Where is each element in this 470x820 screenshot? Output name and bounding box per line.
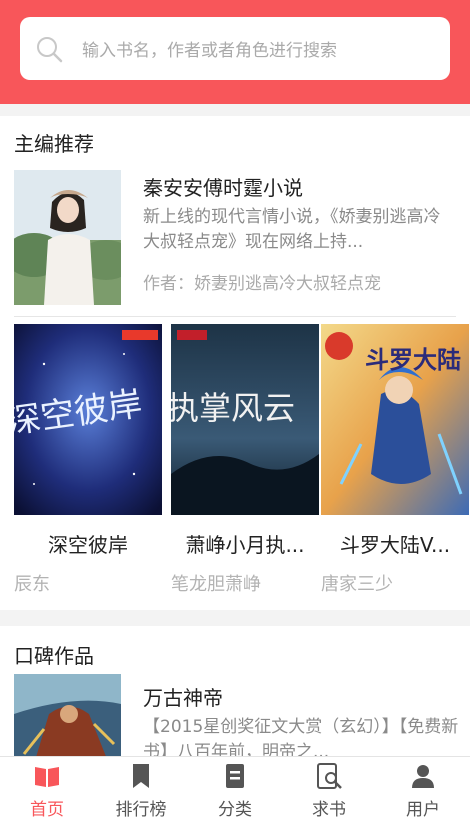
search-icon <box>37 36 63 62</box>
book-author: 辰东 <box>14 574 50 595</box>
cover-title-text: 执掌风云 <box>171 389 295 427</box>
user-icon <box>412 765 434 788</box>
featured-author: 作者：娇妻别逃高冷大叔轻点宠 <box>143 274 381 294</box>
tab-request-book[interactable]: 求书 <box>282 757 376 820</box>
tab-category[interactable]: 分类 <box>188 757 282 820</box>
book-card[interactable]: 执掌风云 萧峥小月执... 笔龙胆萧峥 <box>171 324 319 596</box>
tab-ranking[interactable]: 排行榜 <box>94 757 188 820</box>
search-bar[interactable]: 输入书名，作者或者角色进行搜索 <box>20 17 450 80</box>
book-card[interactable]: 深空彼岸 深空彼岸 辰东 <box>14 324 162 596</box>
divider <box>14 316 456 317</box>
tab-label: 分类 <box>218 800 252 820</box>
book-title[interactable]: 斗罗大陆V... <box>321 529 469 558</box>
book-title[interactable]: 萧峥小月执... <box>171 529 319 558</box>
bottom-tab-bar: 首页 排行榜 分类 求书 用户 <box>0 756 470 820</box>
book-cover[interactable]: 执掌风云 <box>171 324 319 515</box>
featured-description: 【2015星创奖征文大赏（玄幻）】【免费新书】八百年前，明帝之... <box>143 717 459 756</box>
search-placeholder: 输入书名，作者或者角色进行搜索 <box>82 41 337 61</box>
section-title: 口碑作品 <box>14 644 94 668</box>
document-icon <box>226 764 244 788</box>
header: 输入书名，作者或者角色进行搜索 <box>0 0 470 104</box>
tab-label: 排行榜 <box>115 800 167 820</box>
featured-cover[interactable] <box>14 674 121 756</box>
book-cover[interactable]: 斗罗大陆 <box>321 324 469 515</box>
bookmark-icon <box>133 764 149 788</box>
editor-picks-section: 主编推荐 秦安安傅时霆小说 新上线的现代言情小说，《娇妻别逃高冷大叔轻点宠》现在… <box>0 116 470 610</box>
book-open-icon <box>35 767 59 787</box>
tab-label: 用户 <box>406 800 440 820</box>
featured-description: 新上线的现代言情小说，《娇妻别逃高冷大叔轻点宠》现在网络上持... <box>143 207 441 252</box>
tab-user[interactable]: 用户 <box>376 757 470 820</box>
book-author: 笔龙胆萧峥 <box>171 574 261 595</box>
featured-title[interactable]: 秦安安傅时霆小说 <box>143 172 303 201</box>
section-title: 主编推荐 <box>14 132 94 156</box>
tab-label: 求书 <box>312 800 346 820</box>
book-cover[interactable]: 深空彼岸 <box>14 324 162 515</box>
book-author: 唐家三少 <box>321 574 393 595</box>
book-title[interactable]: 深空彼岸 <box>14 529 162 558</box>
tab-home[interactable]: 首页 <box>0 757 94 820</box>
search-book-icon <box>317 763 342 789</box>
featured-title[interactable]: 万古神帝 <box>143 682 223 711</box>
featured-cover[interactable] <box>14 170 121 305</box>
cover-title-text: 斗罗大陆 <box>365 345 461 374</box>
word-of-mouth-section: 口碑作品 万古神帝 【2015星创奖征文大赏（玄幻）】【免费新书】八百年前，明帝… <box>0 626 470 756</box>
tab-label: 首页 <box>30 800 64 820</box>
book-card[interactable]: 斗罗大陆 斗罗大陆V... 唐家三少 <box>321 324 469 596</box>
